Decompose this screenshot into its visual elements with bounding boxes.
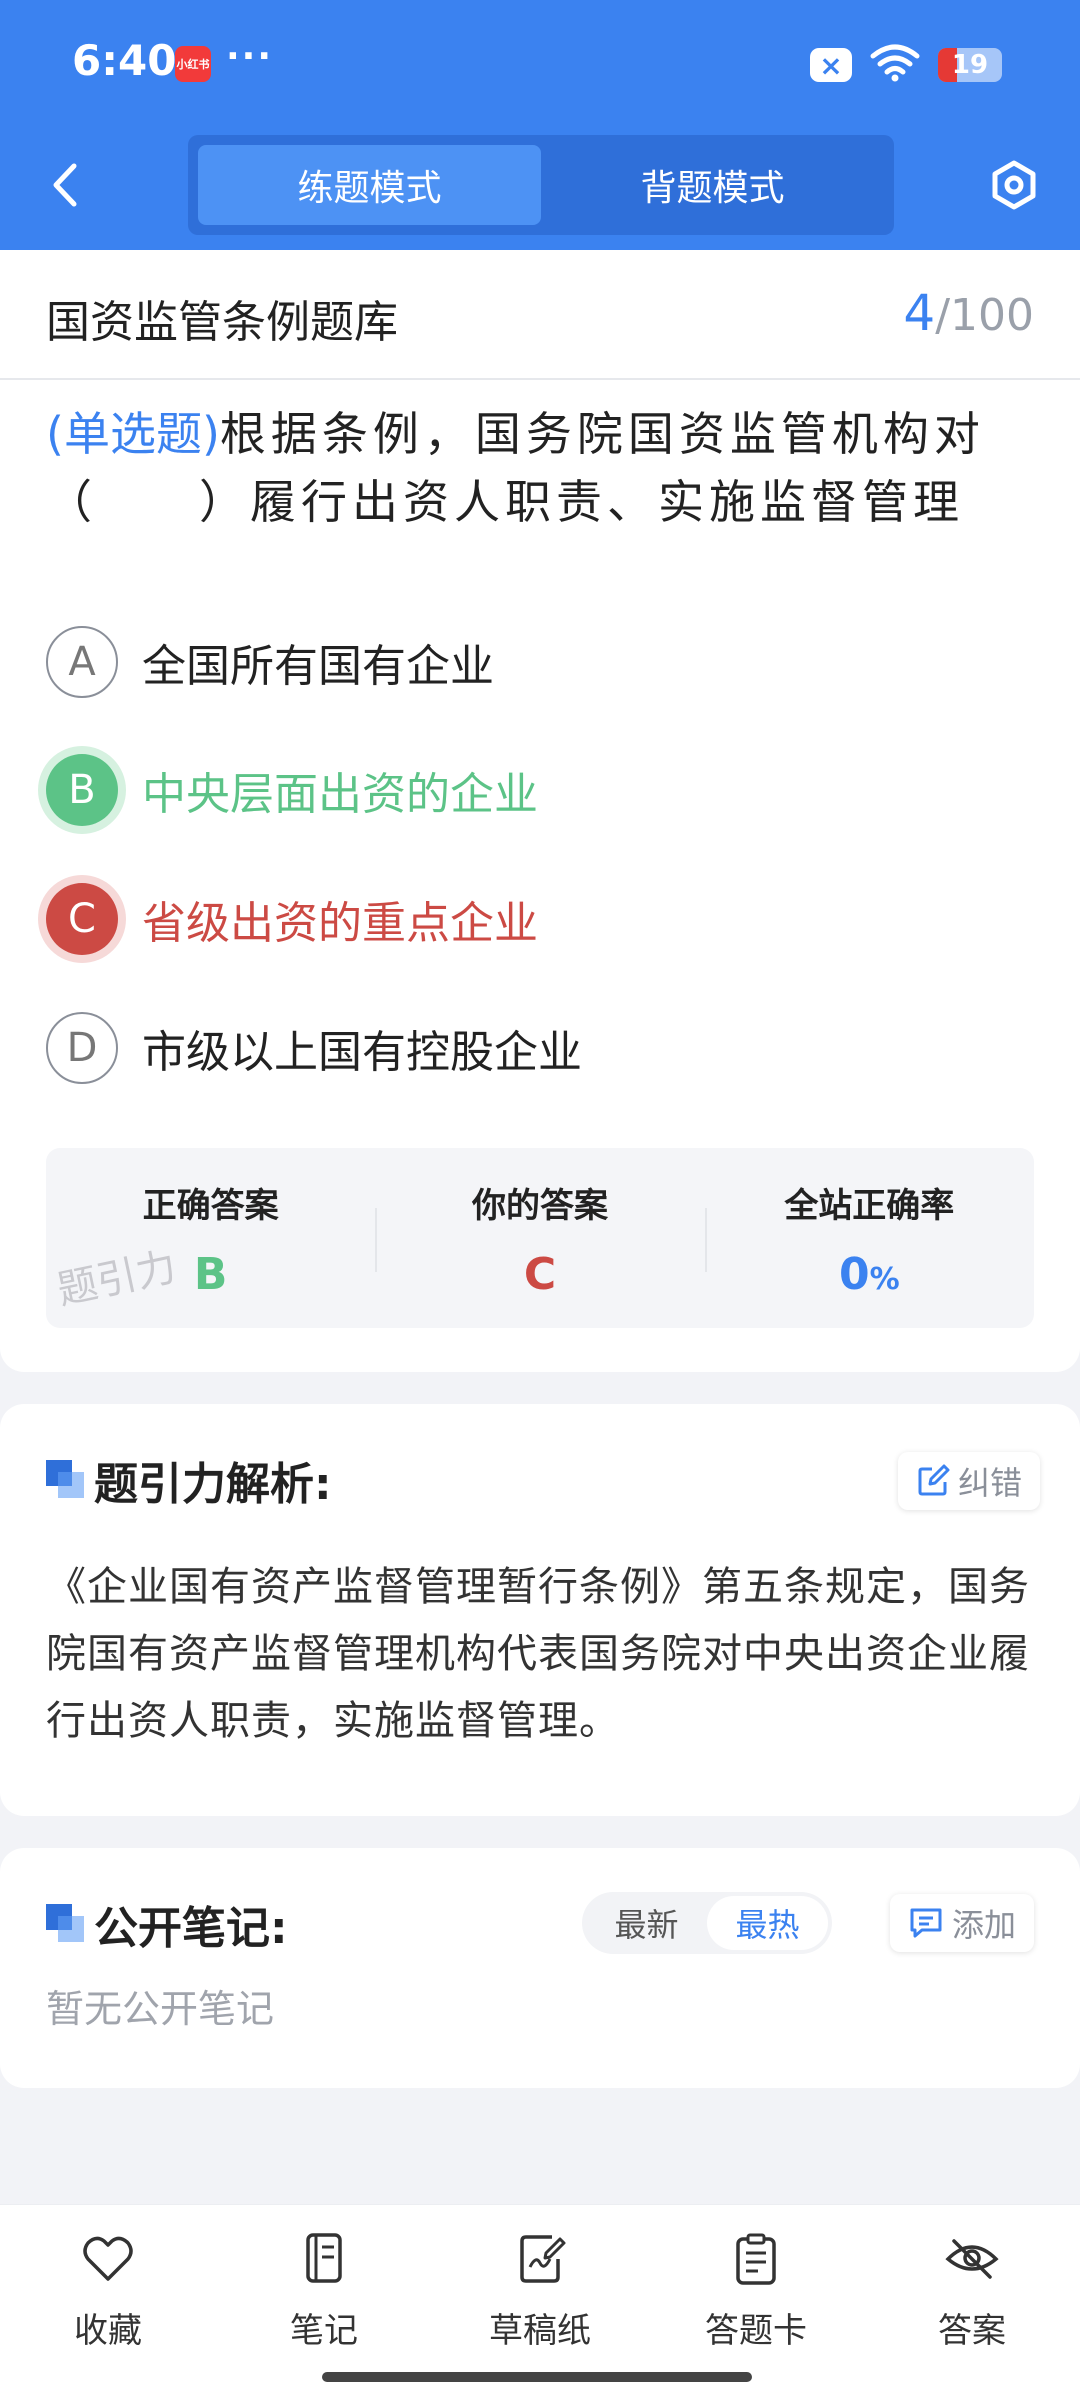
notebook-icon [306, 2233, 342, 2283]
eye-off-icon [945, 2239, 999, 2279]
section-squares-icon [46, 1904, 84, 1942]
back-button[interactable] [40, 155, 90, 215]
your-answer-column: 你的答案 C [375, 1148, 704, 1328]
favorite-label: 收藏 [74, 2311, 142, 2351]
option-letter: A [46, 626, 118, 698]
draft-paper-icon [520, 2235, 566, 2283]
sort-newest-tab[interactable]: 最新 [586, 1896, 707, 1950]
explanation-title: 题引力解析: [94, 1459, 332, 1510]
heart-icon [83, 2236, 133, 2281]
edit-icon [918, 1464, 950, 1496]
notes-sort-tabs: 最新 最热 [582, 1892, 832, 1954]
show-answer-label: 答案 [938, 2311, 1006, 2351]
accuracy-rate-value: 0% [839, 1249, 900, 1300]
correct-answer-value: B [193, 1249, 228, 1300]
add-note-label: 添加 [952, 1906, 1017, 1944]
option-letter: C [46, 883, 118, 955]
option-text: 市级以上国有控股企业 [142, 1027, 582, 1078]
comment-icon [910, 1908, 942, 1938]
status-bar: 6:40 小红书 ··· × 19 [0, 0, 1080, 125]
mode-switcher: 练题模式 背题模式 [188, 135, 894, 235]
draft-paper-label: 草稿纸 [489, 2311, 591, 2351]
option-letter: B [46, 754, 118, 826]
bottom-toolbar: 收藏 笔记 草稿纸 答题卡 答案 [0, 2204, 1080, 2400]
answer-card-icon [736, 2233, 776, 2285]
question-progress: 4/100 [903, 284, 1034, 342]
answer-card-label: 答题卡 [705, 2311, 807, 2351]
more-notifications-icon: ··· [226, 36, 274, 77]
question-stem: (单选题)根据条例，国务院国资监管机构对（ ）履行出资人职责、实施监督管理 [46, 400, 1036, 536]
gear-icon [992, 160, 1036, 210]
question-bank-title: 国资监管条例题库 [46, 297, 398, 348]
status-time: 6:40 [72, 36, 177, 85]
public-notes-title: 公开笔记: [94, 1903, 288, 1954]
show-answer-button[interactable]: 答案 [864, 2205, 1080, 2400]
your-answer-label: 你的答案 [471, 1186, 608, 1226]
answer-summary: 正确答案 B 题引力 你的答案 C 全站正确率 0% [46, 1148, 1034, 1328]
option-text: 中央层面出资的企业 [142, 769, 538, 820]
option-text: 全国所有国有企业 [142, 641, 494, 692]
xiaohongshu-app-icon: 小红书 [175, 46, 211, 82]
option-a[interactable]: A 全国所有国有企业 [46, 622, 494, 702]
status-right-icons: × 19 [810, 44, 1002, 86]
watermark: 题引力 [53, 1243, 181, 1314]
sort-hottest-tab[interactable]: 最热 [707, 1896, 828, 1950]
no-sim-icon: × [810, 48, 852, 82]
public-notes-card: 公开笔记: 最新 最热 添加 暂无公开笔记 [0, 1848, 1080, 2088]
battery-icon: 19 [938, 48, 1002, 82]
option-letter: D [46, 1012, 118, 1084]
wifi-icon [870, 44, 920, 86]
section-squares-icon [46, 1460, 84, 1498]
tab-memorize-mode[interactable]: 背题模式 [541, 145, 884, 225]
correct-answer-label: 正确答案 [142, 1186, 279, 1226]
explanation-text: 《企业国有资产监督管理暂行条例》第五条规定，国务院国有资产监督管理机构代表国务院… [46, 1564, 1030, 1744]
settings-button[interactable] [984, 155, 1044, 215]
report-error-label: 纠错 [958, 1464, 1023, 1502]
question-type: (单选题) [46, 407, 220, 461]
accuracy-rate-unit: % [869, 1262, 900, 1297]
notes-button[interactable]: 笔记 [216, 2205, 432, 2400]
option-d[interactable]: D 市级以上国有控股企业 [46, 1008, 582, 1088]
tab-practice-mode[interactable]: 练题模式 [198, 145, 541, 225]
add-note-button[interactable]: 添加 [890, 1894, 1035, 1952]
accuracy-rate-label: 全站正确率 [784, 1186, 955, 1226]
no-notes-text: 暂无公开笔记 [46, 1987, 275, 2031]
option-b[interactable]: B 中央层面出资的企业 [46, 750, 538, 830]
accuracy-rate-column: 全站正确率 0% [704, 1148, 1034, 1328]
accuracy-rate-number: 0 [838, 1249, 870, 1300]
option-text: 省级出资的重点企业 [142, 898, 538, 949]
answer-card-button[interactable]: 答题卡 [648, 2205, 864, 2400]
report-error-button[interactable]: 纠错 [898, 1452, 1041, 1510]
total-questions: /100 [935, 290, 1034, 341]
question-card: 国资监管条例题库 4/100 (单选题)根据条例，国务院国资监管机构对（ ）履行… [0, 250, 1080, 1372]
your-answer-value: C [523, 1249, 557, 1300]
battery-level: 19 [951, 50, 989, 80]
home-indicator[interactable] [322, 2372, 752, 2382]
notes-label: 笔记 [290, 2311, 358, 2351]
correct-answer-column: 正确答案 B 题引力 [46, 1148, 375, 1328]
draft-paper-button[interactable]: 草稿纸 [432, 2205, 648, 2400]
top-header: 6:40 小红书 ··· × 19 练题模式 背题模式 [0, 0, 1080, 250]
chevron-left-icon [53, 163, 77, 207]
option-c[interactable]: C 省级出资的重点企业 [46, 879, 538, 959]
favorite-button[interactable]: 收藏 [0, 2205, 216, 2400]
divider [0, 378, 1080, 380]
current-question-number: 4 [903, 284, 936, 342]
explanation-card: 题引力解析: 纠错 《企业国有资产监督管理暂行条例》第五条规定，国务院国有资产监… [0, 1404, 1080, 1816]
